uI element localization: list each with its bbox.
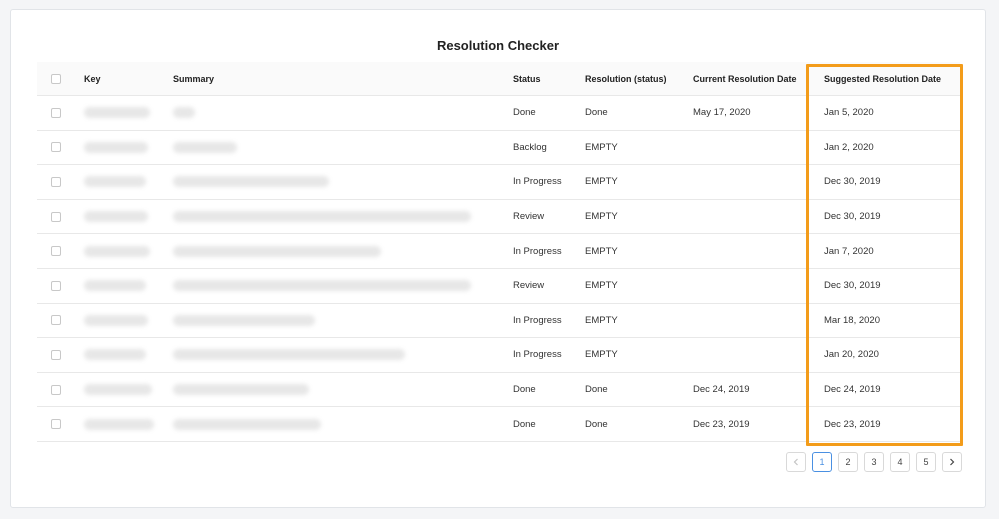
redacted-key [84, 211, 148, 223]
select-all-checkbox[interactable] [51, 73, 61, 84]
resolution-table: Key Summary Status Resolution (status) C… [37, 62, 960, 442]
status-cell: Review [513, 211, 545, 223]
table-row[interactable]: In Progress EMPTY Jan 20, 2020 [37, 338, 960, 373]
column-header-current-date[interactable]: Current Resolution Date [693, 62, 797, 95]
column-header-key[interactable]: Key [84, 62, 101, 95]
row-checkbox[interactable] [51, 280, 61, 291]
table-row[interactable]: In Progress EMPTY Dec 30, 2019 [37, 165, 960, 200]
page-5-button[interactable]: 5 [916, 452, 936, 472]
resolution-cell: EMPTY [585, 314, 618, 326]
table-row[interactable]: In Progress EMPTY Jan 7, 2020 [37, 234, 960, 269]
resolution-checker-panel: Resolution Checker Key Summary Status Re… [10, 9, 986, 508]
suggested-date-cell: Dec 23, 2019 [824, 418, 881, 430]
resolution-cell: EMPTY [585, 280, 618, 292]
row-checkbox[interactable] [51, 211, 61, 222]
current-date-cell: Dec 24, 2019 [693, 384, 750, 396]
row-checkbox[interactable] [51, 349, 61, 360]
column-header-resolution[interactable]: Resolution (status) [585, 62, 667, 95]
redacted-key [84, 418, 154, 430]
status-cell: Done [513, 107, 536, 119]
column-header-status[interactable]: Status [513, 62, 541, 95]
status-cell: In Progress [513, 314, 562, 326]
redacted-summary [173, 280, 471, 292]
row-checkbox[interactable] [51, 176, 61, 187]
table-row[interactable]: Review EMPTY Dec 30, 2019 [37, 200, 960, 235]
redacted-summary [173, 245, 381, 257]
resolution-cell: EMPTY [585, 176, 618, 188]
page-3-button[interactable]: 3 [864, 452, 884, 472]
row-checkbox[interactable] [51, 384, 61, 395]
redacted-key [84, 245, 150, 257]
redacted-key [84, 176, 146, 188]
page-list: 12345 [812, 452, 936, 472]
suggested-date-cell: Jan 5, 2020 [824, 107, 874, 119]
resolution-cell: Done [585, 418, 608, 430]
current-date-cell: Dec 23, 2019 [693, 418, 750, 430]
redacted-summary [173, 349, 405, 361]
prev-page-button[interactable] [786, 452, 806, 472]
resolution-cell: EMPTY [585, 245, 618, 257]
suggested-date-cell: Jan 20, 2020 [824, 349, 879, 361]
status-cell: Review [513, 280, 545, 292]
resolution-cell: EMPTY [585, 349, 618, 361]
redacted-key [84, 280, 146, 292]
status-cell: In Progress [513, 176, 562, 188]
suggested-date-cell: Mar 18, 2020 [824, 314, 880, 326]
table-row[interactable]: Review EMPTY Dec 30, 2019 [37, 269, 960, 304]
redacted-summary [173, 384, 309, 396]
column-header-suggested-date[interactable]: Suggested Resolution Date [824, 62, 941, 95]
current-date-cell: May 17, 2020 [693, 107, 751, 119]
table-body: Done Done May 17, 2020 Jan 5, 2020 Backlog EM… [37, 96, 960, 442]
page-title: Resolution Checker [436, 38, 560, 53]
status-cell: Done [513, 418, 536, 430]
resolution-cell: EMPTY [585, 211, 618, 223]
suggested-date-cell: Jan 7, 2020 [824, 245, 874, 257]
row-checkbox[interactable] [51, 107, 61, 118]
resolution-cell: Done [585, 107, 608, 119]
row-checkbox[interactable] [51, 142, 61, 153]
redacted-key [84, 314, 148, 326]
suggested-date-cell: Dec 24, 2019 [824, 384, 881, 396]
redacted-key [84, 349, 146, 361]
resolution-cell: Done [585, 384, 608, 396]
table-row[interactable]: Done Done Dec 23, 2019 Dec 23, 2019 [37, 407, 960, 442]
page-4-button[interactable]: 4 [890, 452, 910, 472]
chevron-left-icon [793, 458, 798, 466]
redacted-summary [173, 211, 471, 223]
redacted-key [84, 107, 150, 119]
redacted-summary [173, 418, 321, 430]
suggested-date-cell: Dec 30, 2019 [824, 280, 881, 292]
status-cell: Backlog [513, 141, 547, 153]
pagination: 12345 [786, 452, 962, 472]
row-checkbox[interactable] [51, 246, 61, 257]
redacted-key [84, 384, 152, 396]
page-1-button[interactable]: 1 [812, 452, 832, 472]
table-row[interactable]: Backlog EMPTY Jan 2, 2020 [37, 131, 960, 166]
column-header-summary[interactable]: Summary [173, 62, 214, 95]
redacted-summary [173, 176, 329, 188]
status-cell: Done [513, 384, 536, 396]
table-row[interactable]: Done Done May 17, 2020 Jan 5, 2020 [37, 96, 960, 131]
row-checkbox[interactable] [51, 315, 61, 326]
page-2-button[interactable]: 2 [838, 452, 858, 472]
suggested-date-cell: Jan 2, 2020 [824, 141, 874, 153]
status-cell: In Progress [513, 245, 562, 257]
redacted-summary [173, 314, 315, 326]
redacted-summary [173, 141, 237, 153]
suggested-date-cell: Dec 30, 2019 [824, 176, 881, 188]
status-cell: In Progress [513, 349, 562, 361]
table-row[interactable]: In Progress EMPTY Mar 18, 2020 [37, 304, 960, 339]
table-header: Key Summary Status Resolution (status) C… [37, 62, 960, 96]
next-page-button[interactable] [942, 452, 962, 472]
table-row[interactable]: Done Done Dec 24, 2019 Dec 24, 2019 [37, 373, 960, 408]
suggested-date-cell: Dec 30, 2019 [824, 211, 881, 223]
redacted-summary [173, 107, 195, 119]
row-checkbox[interactable] [51, 419, 61, 430]
redacted-key [84, 141, 148, 153]
resolution-cell: EMPTY [585, 141, 618, 153]
chevron-right-icon [950, 458, 955, 466]
